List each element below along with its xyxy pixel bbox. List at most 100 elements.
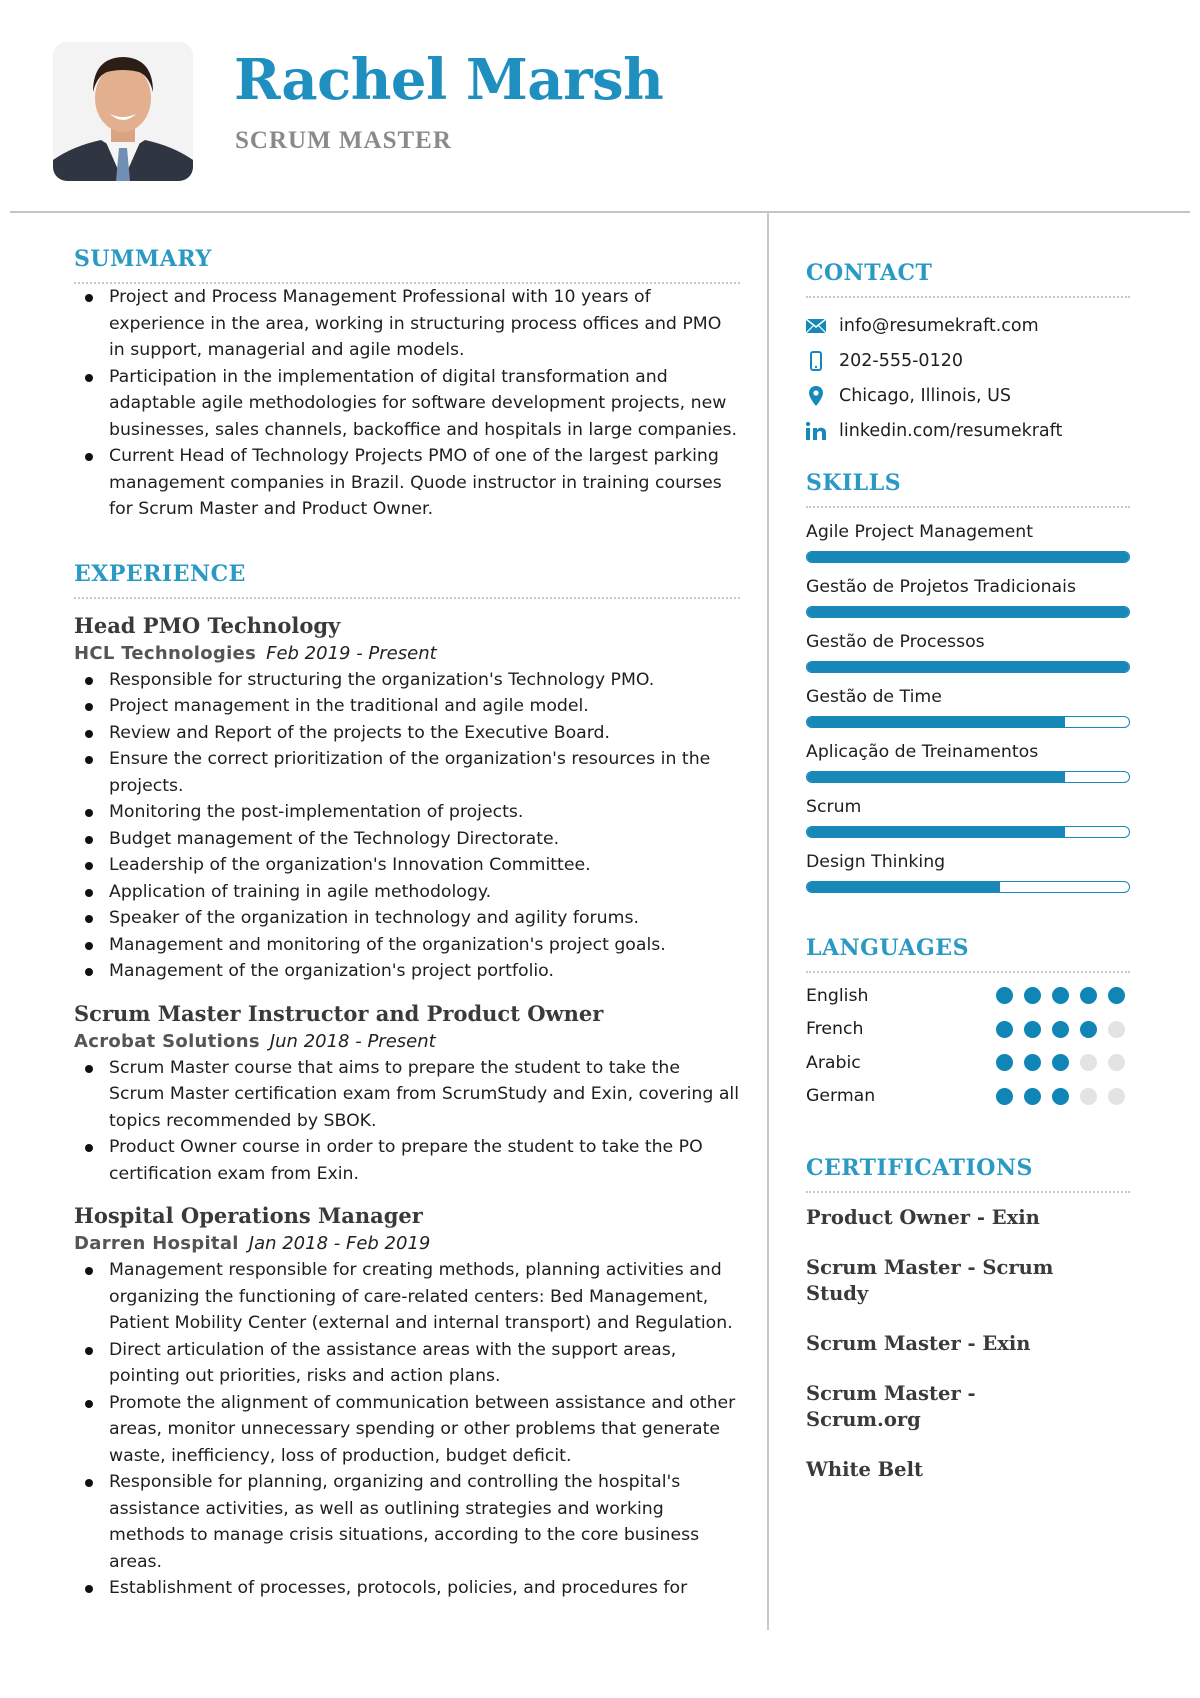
sidebar-column: CONTACT info@resumekraft.com 202-555-012… xyxy=(806,262,1130,1483)
skill-bar-fill xyxy=(807,882,1001,892)
certifications-heading: CERTIFICATIONS xyxy=(806,1155,1033,1181)
summary-item: Current Head of Technology Projects PMO … xyxy=(74,443,740,523)
summary-section: SUMMARY Project and Process Management P… xyxy=(74,248,740,523)
skills-section: SKILLS Agile Project Management Gestão d… xyxy=(806,472,1130,893)
contact-phone[interactable]: 202-555-0120 xyxy=(806,343,1130,378)
language-name: Arabic xyxy=(806,1052,861,1073)
languages-heading: LANGUAGES xyxy=(806,935,969,961)
languages-list: English French Arabic German xyxy=(806,979,1130,1113)
person-avatar-icon xyxy=(53,42,193,181)
section-divider xyxy=(806,1191,1130,1193)
summary-heading: SUMMARY xyxy=(74,246,212,272)
skill-item: Gestão de Time xyxy=(806,673,1130,728)
rating-dot-filled xyxy=(1108,987,1125,1005)
language-rating xyxy=(996,987,1125,1005)
certification-item: Scrum Master - Exin xyxy=(806,1332,1031,1355)
language-name: French xyxy=(806,1019,864,1040)
rating-dot-filled xyxy=(1080,1020,1097,1038)
summary-item: Participation in the implementation of d… xyxy=(74,364,740,444)
rating-dot-empty xyxy=(1108,1087,1125,1105)
languages-section: LANGUAGES English French Arabic German xyxy=(806,937,1130,1113)
job-duty: Responsible for planning, organizing and… xyxy=(74,1469,740,1575)
linkedin-icon xyxy=(806,421,826,441)
language-item: English xyxy=(806,979,1130,1013)
contact-section: CONTACT info@resumekraft.com 202-555-012… xyxy=(806,262,1130,448)
rating-dot-filled xyxy=(1024,1020,1041,1038)
job-title: Head PMO Technology xyxy=(74,612,341,638)
experience-heading: EXPERIENCE xyxy=(74,560,246,587)
certifications-list: Product Owner - Exin Scrum Master - Scru… xyxy=(806,1205,1130,1483)
skill-bar-fill xyxy=(807,662,1129,672)
section-divider xyxy=(74,596,740,599)
skill-label: Gestão de Time xyxy=(806,687,942,707)
job-duty: Review and Report of the projects to the… xyxy=(74,720,740,747)
job-dates: Jun 2018 - Present xyxy=(269,1030,436,1052)
skill-bar-fill xyxy=(807,827,1065,837)
skill-bar xyxy=(806,716,1130,728)
job-duty: Leadership of the organization's Innovat… xyxy=(74,852,740,879)
contact-email[interactable]: info@resumekraft.com xyxy=(806,308,1130,343)
skill-item: Aplicação de Treinamentos xyxy=(806,728,1130,783)
skill-bar xyxy=(806,606,1130,618)
contact-phone-text: 202-555-0120 xyxy=(839,350,963,371)
skill-bar-fill xyxy=(807,552,1129,562)
skill-label: Gestão de Processos xyxy=(806,632,985,652)
skill-item: Agile Project Management xyxy=(806,508,1130,563)
language-name: German xyxy=(806,1086,876,1107)
job-meta: Darren Hospital Jan 2018 - Feb 2019 xyxy=(74,1231,740,1257)
contact-linkedin[interactable]: linkedin.com/resumekraft xyxy=(806,413,1130,448)
main-column: SUMMARY Project and Process Management P… xyxy=(74,248,740,1602)
job-duty: Establishment of processes, protocols, p… xyxy=(74,1575,740,1602)
job-duty: Promote the alignment of communication b… xyxy=(74,1390,740,1470)
rating-dot-empty xyxy=(1108,1020,1125,1038)
skill-bar xyxy=(806,826,1130,838)
skill-bar-fill xyxy=(807,717,1065,727)
contact-heading: CONTACT xyxy=(806,260,933,286)
certification-item: Scrum Master - Scrum Study xyxy=(806,1256,1054,1305)
job-duties: Responsible for structuring the organiza… xyxy=(74,667,740,985)
job-duty: Direct articulation of the assistance ar… xyxy=(74,1337,740,1390)
language-rating xyxy=(996,1087,1125,1105)
rating-dot-empty xyxy=(1080,1054,1097,1072)
rating-dot-filled xyxy=(1024,987,1041,1005)
rating-dot-filled xyxy=(1052,1020,1069,1038)
job-duty: Monitoring the post-implementation of pr… xyxy=(74,799,740,826)
skill-label: Gestão de Projetos Tradicionais xyxy=(806,577,1076,597)
skill-label: Scrum xyxy=(806,797,862,817)
language-rating xyxy=(996,1020,1125,1038)
skill-item: Gestão de Processos xyxy=(806,618,1130,673)
header-divider xyxy=(10,211,1190,213)
job-duty: Application of training in agile methodo… xyxy=(74,879,740,906)
contact-linkedin-text: linkedin.com/resumekraft xyxy=(839,420,1063,441)
job-dates: Feb 2019 - Present xyxy=(266,642,437,664)
job-duties: Scrum Master course that aims to prepare… xyxy=(74,1055,740,1188)
skills-heading: SKILLS xyxy=(806,470,902,496)
experience-section: EXPERIENCE Head PMO Technology HCL Techn… xyxy=(74,563,740,1602)
rating-dot-empty xyxy=(1108,1054,1125,1072)
contact-location: Chicago, Illinois, US xyxy=(806,378,1130,413)
rating-dot-filled xyxy=(1080,987,1097,1005)
candidate-name: Rachel Marsh xyxy=(234,47,664,113)
rating-dot-filled xyxy=(996,1087,1013,1105)
skill-label: Design Thinking xyxy=(806,852,946,872)
contact-list: info@resumekraft.com 202-555-0120 Chicag… xyxy=(806,308,1130,448)
skill-bar xyxy=(806,881,1130,893)
job-duty: Scrum Master course that aims to prepare… xyxy=(74,1055,740,1135)
language-name: English xyxy=(806,985,869,1006)
job-duty: Ensure the correct prioritization of the… xyxy=(74,746,740,799)
skill-bar xyxy=(806,551,1130,563)
language-rating xyxy=(996,1054,1125,1072)
job-meta: Acrobat Solutions Jun 2018 - Present xyxy=(74,1029,740,1055)
job-entry: Scrum Master Instructor and Product Owne… xyxy=(74,999,740,1188)
rating-dot-filled xyxy=(1052,1054,1069,1072)
summary-item: Project and Process Management Professio… xyxy=(74,284,740,364)
contact-location-text: Chicago, Illinois, US xyxy=(839,385,1012,406)
envelope-icon xyxy=(806,316,826,336)
rating-dot-empty xyxy=(1080,1087,1097,1105)
job-entry: Hospital Operations Manager Darren Hospi… xyxy=(74,1201,740,1602)
rating-dot-filled xyxy=(996,1020,1013,1038)
skill-label: Aplicação de Treinamentos xyxy=(806,742,1039,762)
profile-photo xyxy=(53,42,193,181)
skill-bar xyxy=(806,771,1130,783)
job-duty: Management and monitoring of the organiz… xyxy=(74,932,740,959)
